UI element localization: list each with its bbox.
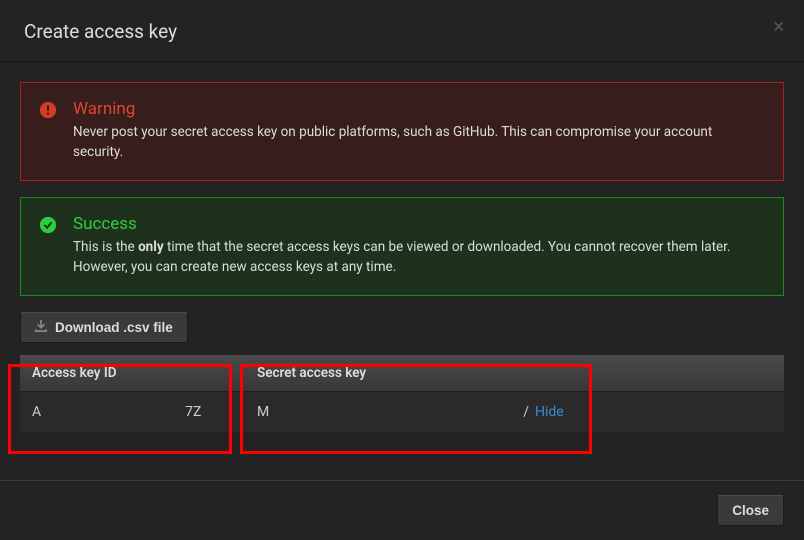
warning-alert: Warning Never post your secret access ke… <box>20 82 784 181</box>
success-title: Success <box>73 214 765 234</box>
col-header-secret: Secret access key <box>245 355 784 391</box>
download-csv-button[interactable]: Download .csv file <box>20 312 188 343</box>
secret-key-cell: M / Hide <box>245 402 784 422</box>
modal-body: Warning Never post your secret access ke… <box>0 62 804 432</box>
modal-footer: Close <box>0 480 804 540</box>
modal-header: Create access key × <box>0 0 804 62</box>
secret-key-prefix: M <box>257 404 269 420</box>
access-key-table: Access key ID Secret access key A 7Z M /… <box>20 355 784 432</box>
success-content: Success This is the only time that the s… <box>73 214 765 277</box>
access-key-id-cell: A 7Z <box>20 402 245 422</box>
secret-key-suffix: / <box>523 404 529 420</box>
modal-title: Create access key <box>24 20 780 43</box>
close-button-label: Close <box>732 503 769 518</box>
hide-secret-link[interactable]: Hide <box>535 404 564 420</box>
access-key-id-suffix: 7Z <box>185 404 201 420</box>
download-csv-label: Download .csv file <box>55 320 173 335</box>
warning-text: Never post your secret access key on pub… <box>73 123 765 162</box>
success-alert: Success This is the only time that the s… <box>20 197 784 296</box>
access-key-id-prefix: A <box>32 404 41 420</box>
create-access-key-modal: Create access key × Warning Never post y… <box>0 0 804 540</box>
download-icon <box>35 320 47 335</box>
col-header-id: Access key ID <box>20 355 245 391</box>
success-text-post: time that the secret access keys can be … <box>73 239 731 275</box>
close-button[interactable]: Close <box>717 495 784 526</box>
warning-content: Warning Never post your secret access ke… <box>73 99 765 162</box>
success-icon <box>39 216 57 234</box>
success-text-bold: only <box>138 239 164 255</box>
warning-icon <box>39 101 57 119</box>
success-text: This is the only time that the secret ac… <box>73 238 765 277</box>
close-icon[interactable]: × <box>773 16 784 36</box>
access-key-id-redacted <box>43 405 183 419</box>
table-header: Access key ID Secret access key <box>20 355 784 392</box>
secret-key-redacted <box>271 405 521 419</box>
success-text-pre: This is the <box>73 239 138 255</box>
table-row: A 7Z M / Hide <box>20 392 784 432</box>
download-row: Download .csv file <box>20 312 784 343</box>
warning-title: Warning <box>73 99 765 119</box>
